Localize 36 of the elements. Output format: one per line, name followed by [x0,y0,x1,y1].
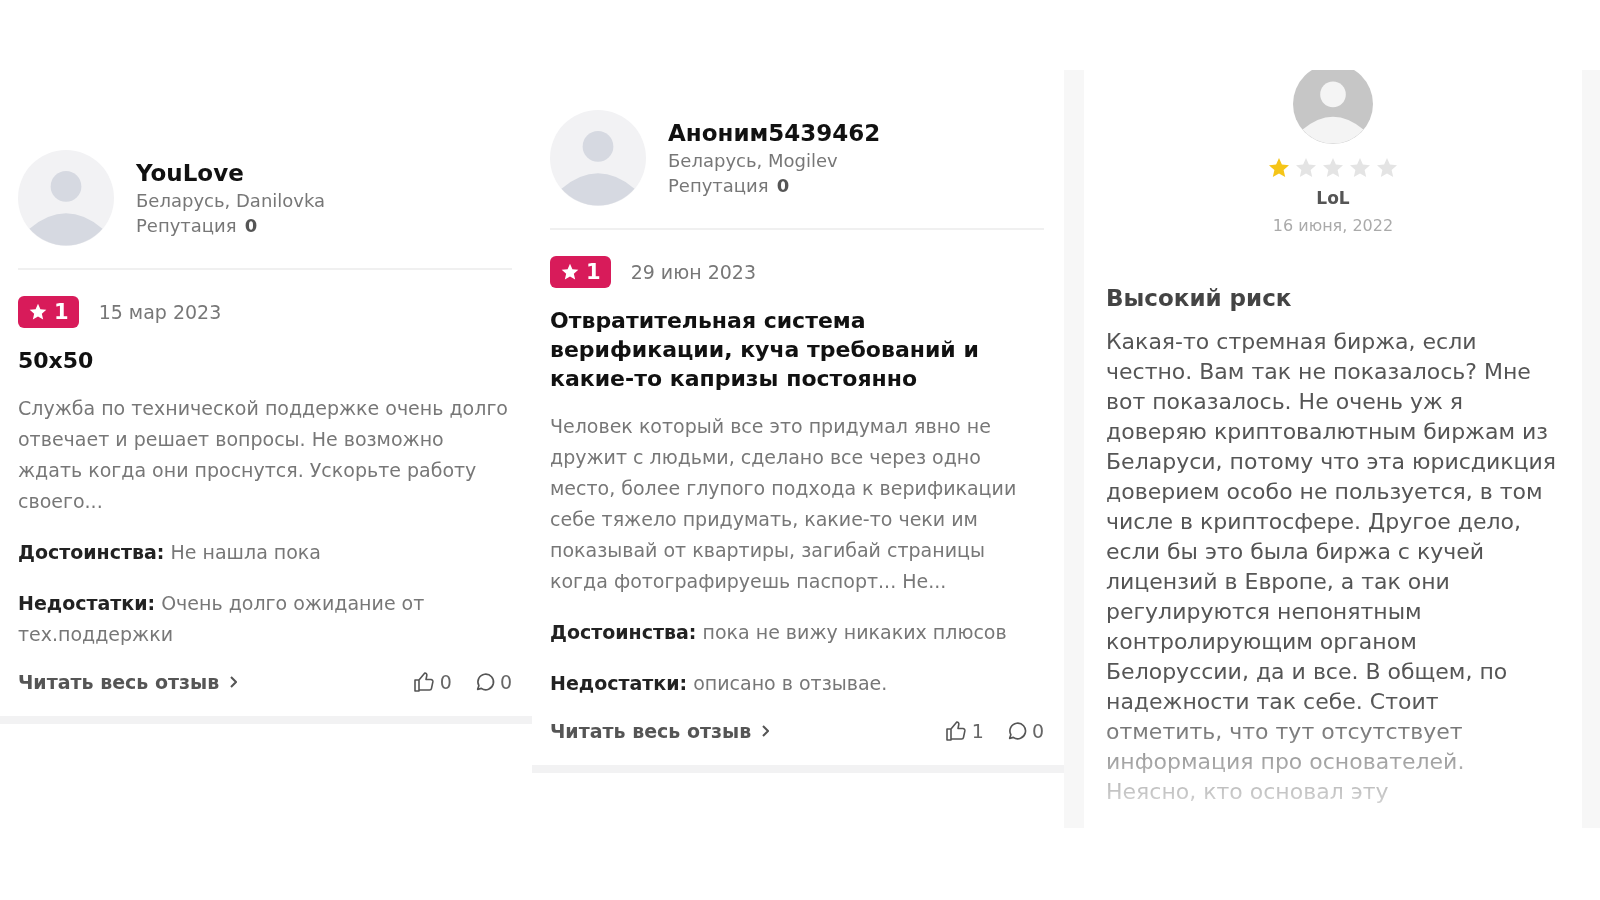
reputation-label: Репутация 0 [136,215,259,236]
cons-text: Недостатки: описано в отзывае. [550,671,889,696]
star-icon [28,302,48,322]
author-name: Аноним5439462 [668,120,881,146]
avatar-icon [550,110,646,206]
review-date: 16 июня, 2022 [1272,216,1394,235]
avatar-icon [18,150,114,246]
author-location: Беларусь, Mogilev [668,150,839,171]
review-title: 50x50 [18,347,95,375]
review-text: Человек который все это придумал явно не дружит с людьми, сделано все через одно место, более глупого подхода к верификации себе тяжело придумать, какие-то чеки им показывай от квартиры, загибай страницы когда фотографируешь паспорт... Не... [550,414,1018,594]
author-name: YouLove [136,160,245,186]
review-title: Высокий риск [1106,285,1293,311]
rating-badge: 1 [550,256,611,288]
review-text: Служба по технической поддержке очень долго отвечает и решает вопросы. Не возможно ждать когда они проснутся. Ускорьте работу своего... [18,396,509,514]
chevron-icon [229,676,238,688]
review-date: 29 июн 2023 [630,261,756,283]
review-title: Отвратительная система верификации, куча требований и какие-то капризы постоянно [550,307,980,393]
review-date: 15 мар 2023 [98,301,222,323]
read-more-link[interactable]: Читать весь отзыв [550,720,770,742]
like-button[interactable]: 1 [943,719,984,743]
cons-text: Недостатки: Очень долго ожидание от тех.поддержки [18,591,426,647]
author-name: LoL [1316,188,1350,208]
rating-badge: 1 [18,296,79,328]
comment-button[interactable]: 0 [1005,720,1044,742]
star-icon [560,262,580,282]
like-button[interactable]: 0 [411,670,452,694]
author-location: Беларусь, Danilovka [136,190,326,211]
chevron-icon [761,725,770,737]
read-more-link[interactable]: Читать весь отзыв [18,671,238,693]
reputation-label: Репутация 0 [668,175,791,196]
thumbs-up-icon [943,719,968,743]
thumbs-up-icon [411,670,436,694]
comment-button[interactable]: 0 [473,671,512,693]
pros-text: Достоинства: пока не вижу никаких плюсов [550,620,1008,645]
review-text: Какая-то стремная биржа, если честно. Вам так не показалось? Мне вот показалось. Не очень уж я доверяю криптовалютным биржам из Беларуси, потому что эта юрисдикция доверием особо не пользуется, в том числе в криптосфере. Другое дело, если бы это была биржа с кучей лицензий в Европе, а так они регулируются непонятным контролирующим органом Белоруссии, да и все. В общем, по надежности так себе. Стоит отметить, что тут отсутствует информация про основателей. Неясно, кто основал эту [1106,328,1558,806]
pros-text: Достоинства: Не нашла пока [18,540,322,565]
